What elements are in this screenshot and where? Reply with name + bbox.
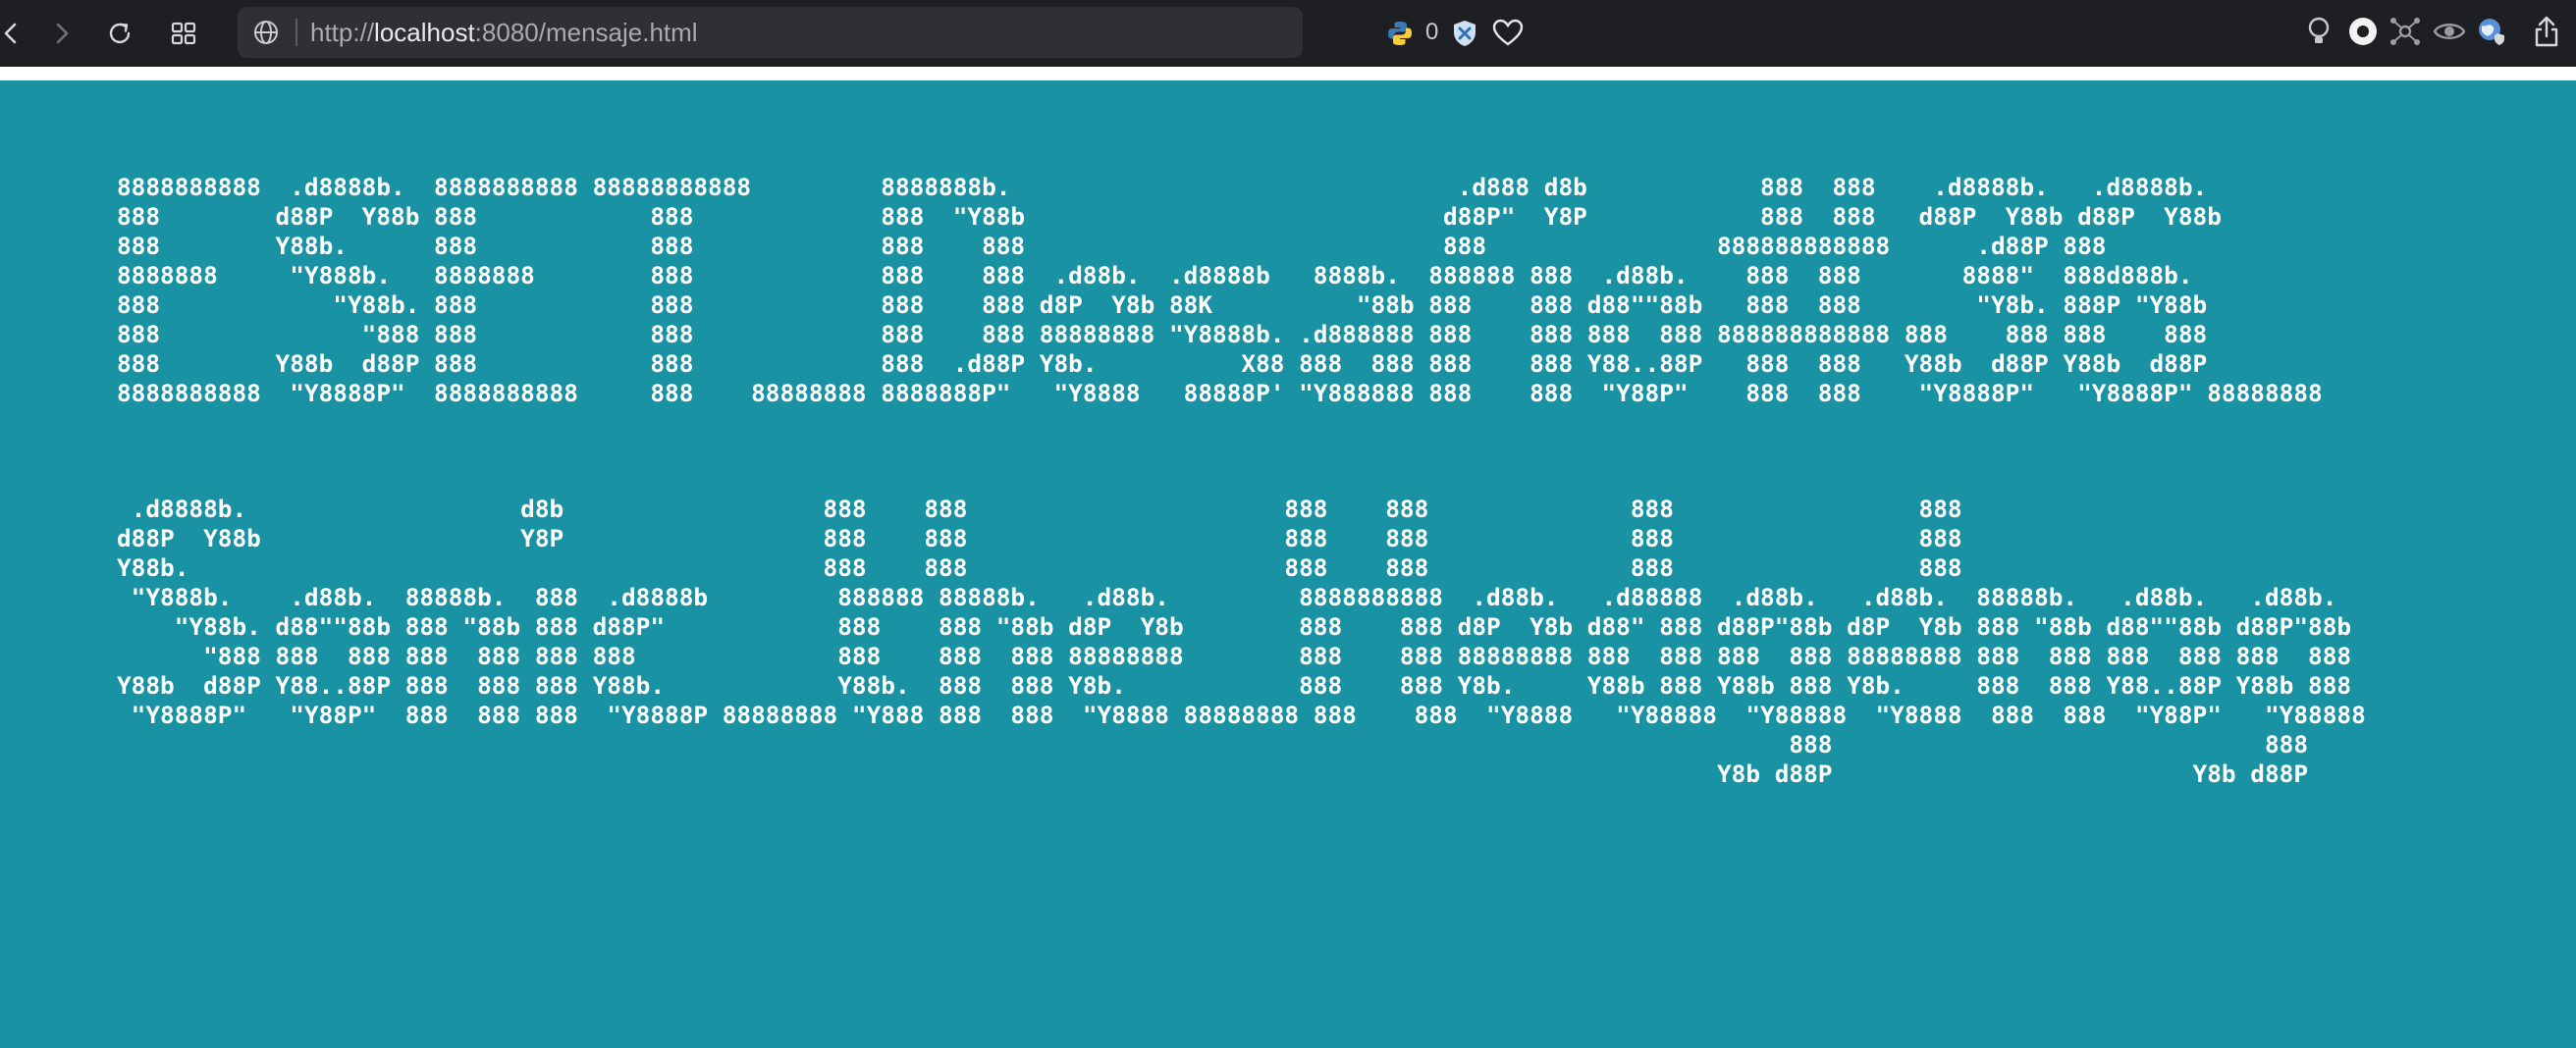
ascii-banner-line-2: .d8888b. d8b 888 888 888 888 888 888 d88… <box>117 495 2366 788</box>
share-icon <box>2535 16 2558 47</box>
share-button[interactable] <box>2525 10 2568 53</box>
tab-grid-icon <box>171 22 196 45</box>
url-scheme: http:// <box>310 18 375 47</box>
network-extension-button[interactable] <box>2384 10 2427 53</box>
reload-icon <box>109 23 131 44</box>
back-button[interactable] <box>0 12 33 55</box>
page-top-border <box>0 67 2576 80</box>
address-separator <box>295 19 297 46</box>
bulb-extension-button[interactable] <box>2297 10 2340 53</box>
address-bar[interactable]: http://localhost:8080/mensaje.html 0 <box>238 7 1524 58</box>
url-text[interactable]: http://localhost:8080/mensaje.html <box>310 7 698 58</box>
shield-icon[interactable] <box>1452 19 1477 48</box>
record-extension-button[interactable] <box>2341 10 2385 53</box>
globe-shield-icon <box>2479 19 2504 45</box>
eye-icon <box>2433 24 2466 39</box>
ascii-banner-line-1: 8888888888 .d8888b. 8888888888 888888888… <box>117 173 2323 407</box>
extension-badge-count: 0 <box>1425 19 1439 45</box>
globe-extension-button[interactable] <box>2470 10 2513 53</box>
network-icon <box>2390 18 2420 45</box>
record-icon <box>2349 18 2377 45</box>
python-icon[interactable] <box>1386 20 1414 47</box>
reload-button[interactable] <box>98 12 141 55</box>
heart-icon[interactable] <box>1492 19 1524 46</box>
chevron-left-icon <box>4 23 17 44</box>
chevron-right-icon <box>56 23 69 44</box>
lightbulb-icon <box>2308 17 2330 43</box>
eye-extension-button[interactable] <box>2428 10 2471 53</box>
tab-overview-button[interactable] <box>162 12 205 55</box>
url-path: :8080/mensaje.html <box>474 18 698 47</box>
forward-button[interactable] <box>39 12 82 55</box>
url-host: localhost <box>374 18 475 47</box>
browser-toolbar: http://localhost:8080/mensaje.html 0 <box>0 0 2576 67</box>
globe-icon <box>254 21 278 44</box>
